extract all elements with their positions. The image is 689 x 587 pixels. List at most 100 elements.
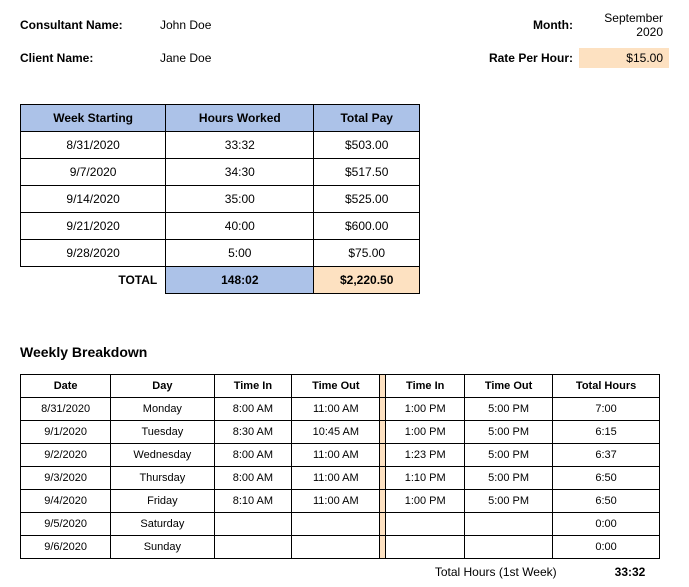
breakdown-cell-date: 8/31/2020 — [21, 398, 111, 421]
breakdown-cell-out1 — [292, 513, 380, 536]
breakdown-cell-day: Sunday — [111, 536, 214, 559]
header-row-1: Consultant Name: John Doe Month: Septemb… — [20, 8, 669, 42]
breakdown-cell-out1: 11:00 AM — [292, 467, 380, 490]
breakdown-cell-in2: 1:23 PM — [386, 444, 465, 467]
summary-total-label: TOTAL — [21, 267, 166, 294]
breakdown-cell-out2 — [465, 513, 553, 536]
breakdown-header-total-hours: Total Hours — [553, 375, 660, 398]
summary-cell-pay: $517.50 — [314, 159, 420, 186]
breakdown-cell-in2: 1:00 PM — [386, 421, 465, 444]
breakdown-row: 9/2/2020 Wednesday 8:00 AM 11:00 AM 1:23… — [21, 444, 660, 467]
breakdown-header-time-out-1: Time Out — [292, 375, 380, 398]
summary-cell-week: 8/31/2020 — [21, 132, 166, 159]
breakdown-row: 8/31/2020 Monday 8:00 AM 11:00 AM 1:00 P… — [21, 398, 660, 421]
breakdown-cell-date: 9/2/2020 — [21, 444, 111, 467]
breakdown-cell-out2: 5:00 PM — [465, 490, 553, 513]
breakdown-row: 9/3/2020 Thursday 8:00 AM 11:00 AM 1:10 … — [21, 467, 660, 490]
breakdown-cell-day: Friday — [111, 490, 214, 513]
summary-header-pay: Total Pay — [314, 105, 420, 132]
breakdown-cell-total: 6:50 — [553, 490, 660, 513]
summary-cell-hours: 35:00 — [166, 186, 314, 213]
summary-table: Week Starting Hours Worked Total Pay 8/3… — [20, 104, 420, 294]
breakdown-total-label: Total Hours (1st Week) — [435, 565, 557, 579]
breakdown-cell-date: 9/5/2020 — [21, 513, 111, 536]
breakdown-row: 9/4/2020 Friday 8:10 AM 11:00 AM 1:00 PM… — [21, 490, 660, 513]
summary-cell-hours: 34:30 — [166, 159, 314, 186]
breakdown-header-day: Day — [111, 375, 214, 398]
breakdown-cell-out2: 5:00 PM — [465, 467, 553, 490]
breakdown-row: 9/1/2020 Tuesday 8:30 AM 10:45 AM 1:00 P… — [21, 421, 660, 444]
summary-row: 9/7/2020 34:30 $517.50 — [21, 159, 420, 186]
breakdown-cell-total: 0:00 — [553, 536, 660, 559]
breakdown-cell-day: Monday — [111, 398, 214, 421]
summary-cell-hours: 40:00 — [166, 213, 314, 240]
breakdown-cell-total: 0:00 — [553, 513, 660, 536]
summary-cell-week: 9/7/2020 — [21, 159, 166, 186]
summary-cell-pay: $75.00 — [314, 240, 420, 267]
breakdown-total-row: Total Hours (1st Week) 33:32 — [20, 565, 660, 579]
summary-cell-pay: $503.00 — [314, 132, 420, 159]
summary-cell-hours: 5:00 — [166, 240, 314, 267]
consultant-name-label: Consultant Name: — [20, 18, 160, 32]
rate-label: Rate Per Hour: — [489, 51, 579, 65]
breakdown-cell-date: 9/3/2020 — [21, 467, 111, 490]
client-name-value: Jane Doe — [160, 51, 280, 65]
breakdown-cell-in2: 1:00 PM — [386, 398, 465, 421]
breakdown-cell-out1: 10:45 AM — [292, 421, 380, 444]
client-name-label: Client Name: — [20, 51, 160, 65]
breakdown-cell-total: 6:50 — [553, 467, 660, 490]
breakdown-table: Date Day Time In Time Out Time In Time O… — [20, 374, 660, 559]
header-row-2: Client Name: Jane Doe Rate Per Hour: $15… — [20, 48, 669, 68]
breakdown-cell-date: 9/6/2020 — [21, 536, 111, 559]
breakdown-cell-date: 9/1/2020 — [21, 421, 111, 444]
breakdown-cell-in2 — [386, 513, 465, 536]
summary-total-pay: $2,220.50 — [314, 267, 420, 294]
breakdown-cell-in2: 1:00 PM — [386, 490, 465, 513]
breakdown-header-time-in-2: Time In — [386, 375, 465, 398]
breakdown-cell-out2 — [465, 536, 553, 559]
breakdown-cell-day: Thursday — [111, 467, 214, 490]
rate-value: $15.00 — [579, 48, 669, 68]
summary-header-hours: Hours Worked — [166, 105, 314, 132]
breakdown-total-value: 33:32 — [600, 565, 660, 579]
consultant-name-value: John Doe — [160, 18, 280, 32]
breakdown-cell-out2: 5:00 PM — [465, 444, 553, 467]
breakdown-cell-total: 6:15 — [553, 421, 660, 444]
summary-header-week: Week Starting — [21, 105, 166, 132]
breakdown-cell-in1 — [214, 536, 292, 559]
breakdown-cell-in1: 8:30 AM — [214, 421, 292, 444]
breakdown-header-time-in-1: Time In — [214, 375, 292, 398]
weekly-breakdown-title: Weekly Breakdown — [20, 344, 669, 360]
month-label: Month: — [533, 18, 579, 32]
breakdown-cell-out1: 11:00 AM — [292, 490, 380, 513]
breakdown-cell-in2: 1:10 PM — [386, 467, 465, 490]
breakdown-cell-in2 — [386, 536, 465, 559]
breakdown-cell-date: 9/4/2020 — [21, 490, 111, 513]
breakdown-cell-total: 6:37 — [553, 444, 660, 467]
summary-cell-week: 9/14/2020 — [21, 186, 166, 213]
breakdown-cell-in1: 8:10 AM — [214, 490, 292, 513]
breakdown-cell-in1: 8:00 AM — [214, 398, 292, 421]
summary-cell-pay: $600.00 — [314, 213, 420, 240]
breakdown-cell-day: Tuesday — [111, 421, 214, 444]
summary-row: 9/14/2020 35:00 $525.00 — [21, 186, 420, 213]
summary-row: 8/31/2020 33:32 $503.00 — [21, 132, 420, 159]
breakdown-cell-day: Saturday — [111, 513, 214, 536]
summary-cell-week: 9/28/2020 — [21, 240, 166, 267]
breakdown-header-date: Date — [21, 375, 111, 398]
summary-row: 9/28/2020 5:00 $75.00 — [21, 240, 420, 267]
summary-cell-week: 9/21/2020 — [21, 213, 166, 240]
breakdown-cell-in1: 8:00 AM — [214, 467, 292, 490]
summary-cell-pay: $525.00 — [314, 186, 420, 213]
breakdown-cell-out1: 11:00 AM — [292, 444, 380, 467]
breakdown-row: 9/5/2020 Saturday 0:00 — [21, 513, 660, 536]
month-value: September 2020 — [579, 8, 669, 42]
summary-cell-hours: 33:32 — [166, 132, 314, 159]
breakdown-cell-out2: 5:00 PM — [465, 421, 553, 444]
breakdown-cell-in1: 8:00 AM — [214, 444, 292, 467]
breakdown-row: 9/6/2020 Sunday 0:00 — [21, 536, 660, 559]
summary-row: 9/21/2020 40:00 $600.00 — [21, 213, 420, 240]
breakdown-cell-out1 — [292, 536, 380, 559]
breakdown-cell-out1: 11:00 AM — [292, 398, 380, 421]
breakdown-header-time-out-2: Time Out — [465, 375, 553, 398]
